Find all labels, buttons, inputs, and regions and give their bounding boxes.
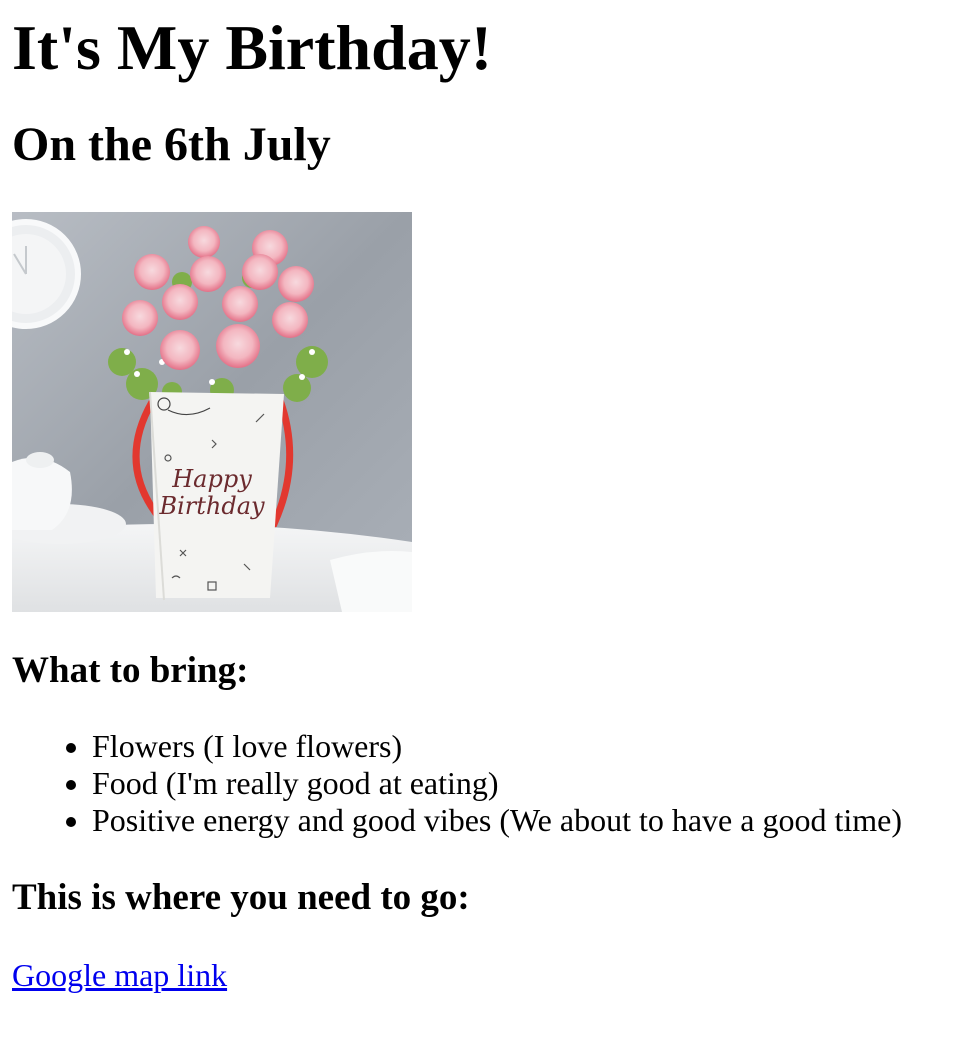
bring-heading: What to bring:: [12, 650, 249, 691]
location-heading: This is where you need to go:: [12, 877, 470, 918]
page-content: It's My Birthday! On the 6th July Happy …: [0, 0, 962, 994]
bring-list: Flowers (I love flowers) Food (I'm reall…: [12, 728, 950, 839]
box-text-birthday: Birthday: [158, 492, 265, 520]
list-item: Positive energy and good vibes (We about…: [92, 802, 950, 839]
list-item: Flowers (I love flowers): [92, 728, 950, 765]
google-map-link[interactable]: Google map link: [12, 957, 227, 994]
box-text-happy: Happy: [171, 465, 252, 493]
list-item: Food (I'm really good at eating): [92, 765, 950, 802]
page-title: It's My Birthday!: [12, 12, 492, 83]
birthday-flowers-image: Happy Birthday: [12, 212, 412, 612]
page-subtitle: On the 6th July: [12, 118, 331, 171]
